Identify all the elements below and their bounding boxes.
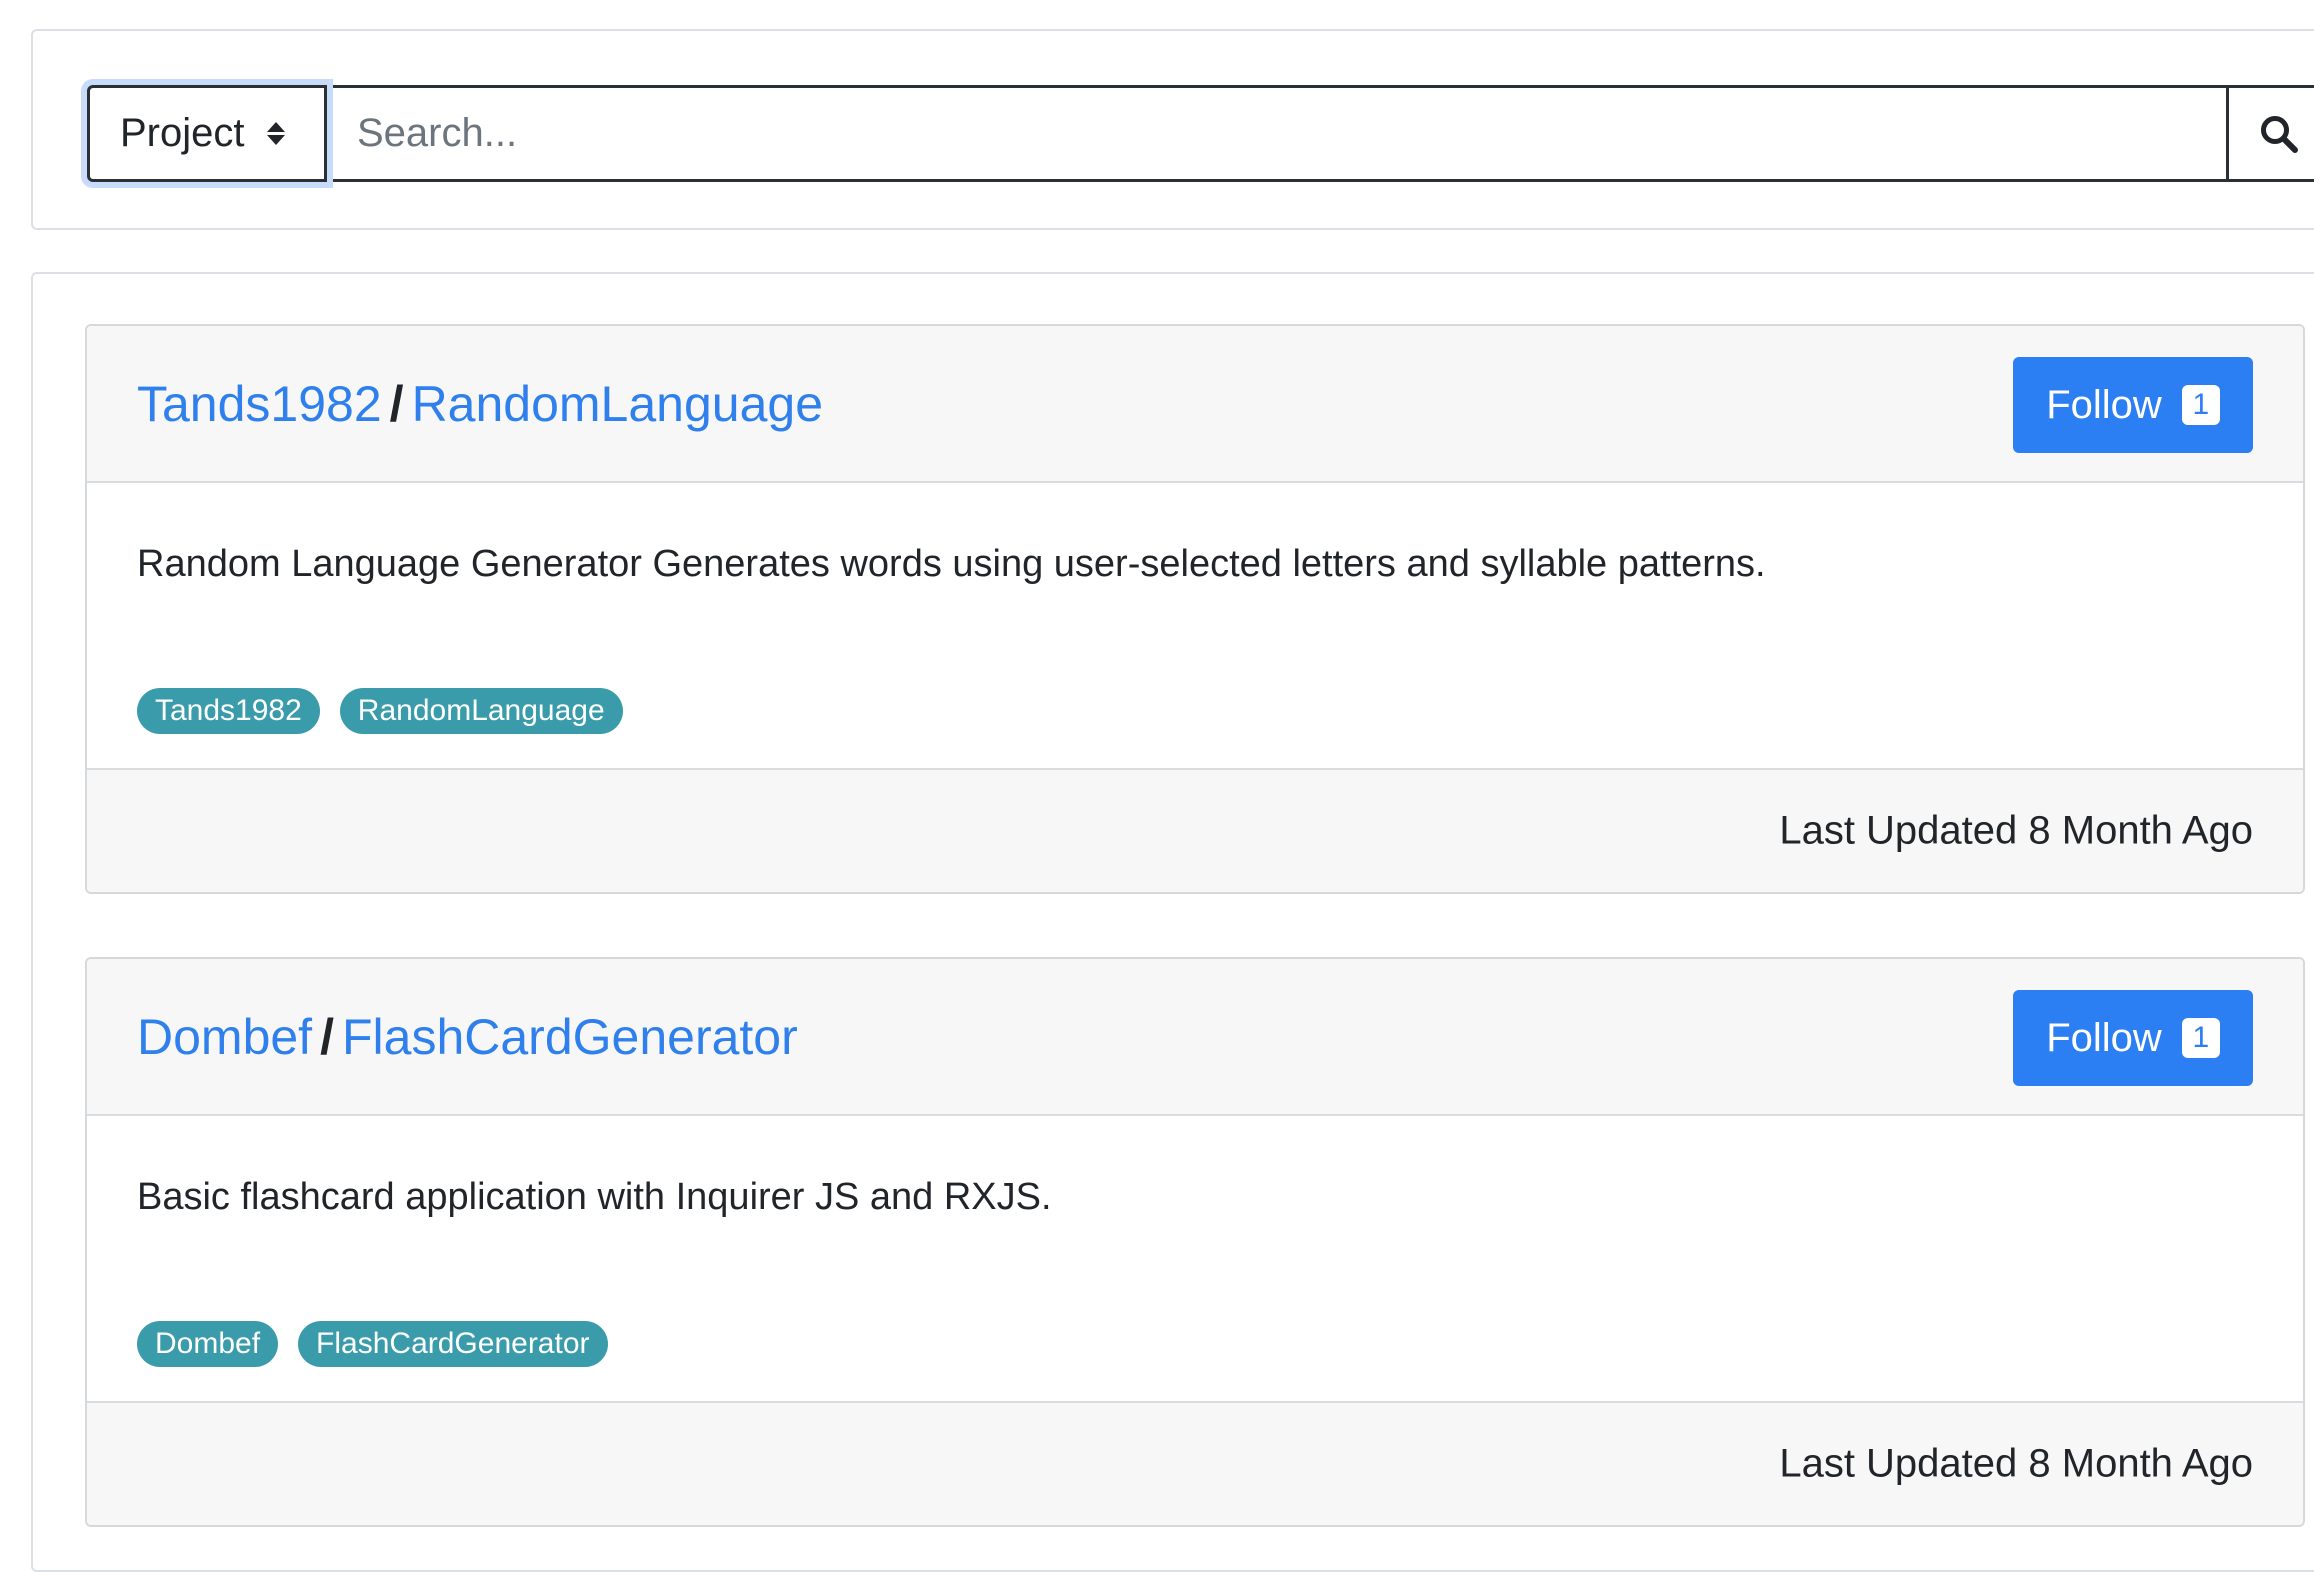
card-header: Dombef / FlashCardGenerator Follow 1 — [87, 959, 2303, 1116]
search-icon — [2261, 115, 2298, 153]
project-name-link[interactable]: RandomLanguage — [412, 376, 823, 432]
tag-list: Dombef FlashCardGenerator — [137, 1321, 608, 1367]
title-separator: / — [320, 1008, 334, 1065]
search-type-select[interactable]: Project — [87, 85, 327, 182]
tag-list: Tands1982 RandomLanguage — [137, 688, 623, 734]
project-owner-link[interactable]: Tands1982 — [137, 376, 382, 432]
follow-label: Follow — [2046, 382, 2162, 427]
project-title: Tands1982/RandomLanguage — [137, 379, 823, 429]
tag[interactable]: FlashCardGenerator — [298, 1321, 608, 1367]
follow-button[interactable]: Follow 1 — [2013, 357, 2253, 453]
project-card: Dombef / FlashCardGenerator Follow 1 Basic… — [85, 957, 2305, 1527]
search-input-group: Project Search... — [87, 85, 2314, 182]
search-button[interactable] — [2226, 85, 2314, 182]
search-input[interactable]: Search... — [327, 85, 2226, 182]
card-footer: Last Updated 8 Month Ago — [87, 768, 2303, 892]
follow-count-badge: 1 — [2181, 1018, 2220, 1058]
follow-label: Follow — [2046, 1015, 2162, 1060]
search-placeholder: Search... — [357, 111, 518, 155]
card-header: Tands1982/RandomLanguage Follow 1 — [87, 326, 2303, 483]
follow-count-badge: 1 — [2181, 385, 2220, 425]
search-panel: Project Search... — [31, 29, 2314, 230]
sort-arrows-icon — [266, 122, 285, 145]
last-updated: Last Updated 8 Month Ago — [1779, 808, 2253, 853]
card-body: Random Language Generator Generates word… — [87, 483, 2303, 768]
card-footer: Last Updated 8 Month Ago — [87, 1401, 2303, 1525]
project-description: Random Language Generator Generates word… — [137, 543, 1766, 585]
project-list-panel: Tands1982/RandomLanguage Follow 1 Random… — [31, 272, 2314, 1572]
title-separator: / — [389, 375, 404, 432]
tag[interactable]: RandomLanguage — [339, 688, 623, 734]
project-owner-link[interactable]: Dombef — [137, 1009, 312, 1065]
project-title: Dombef / FlashCardGenerator — [137, 1012, 798, 1062]
last-updated: Last Updated 8 Month Ago — [1779, 1441, 2253, 1486]
card-body: Basic flashcard application with Inquire… — [87, 1116, 2303, 1401]
tag[interactable]: Dombef — [137, 1321, 279, 1367]
follow-button[interactable]: Follow 1 — [2013, 990, 2253, 1086]
project-name-link[interactable]: FlashCardGenerator — [342, 1009, 798, 1065]
tag[interactable]: Tands1982 — [137, 688, 320, 734]
project-card: Tands1982/RandomLanguage Follow 1 Random… — [85, 324, 2305, 894]
search-type-value: Project — [120, 111, 245, 155]
project-description: Basic flashcard application with Inquire… — [137, 1176, 1052, 1218]
